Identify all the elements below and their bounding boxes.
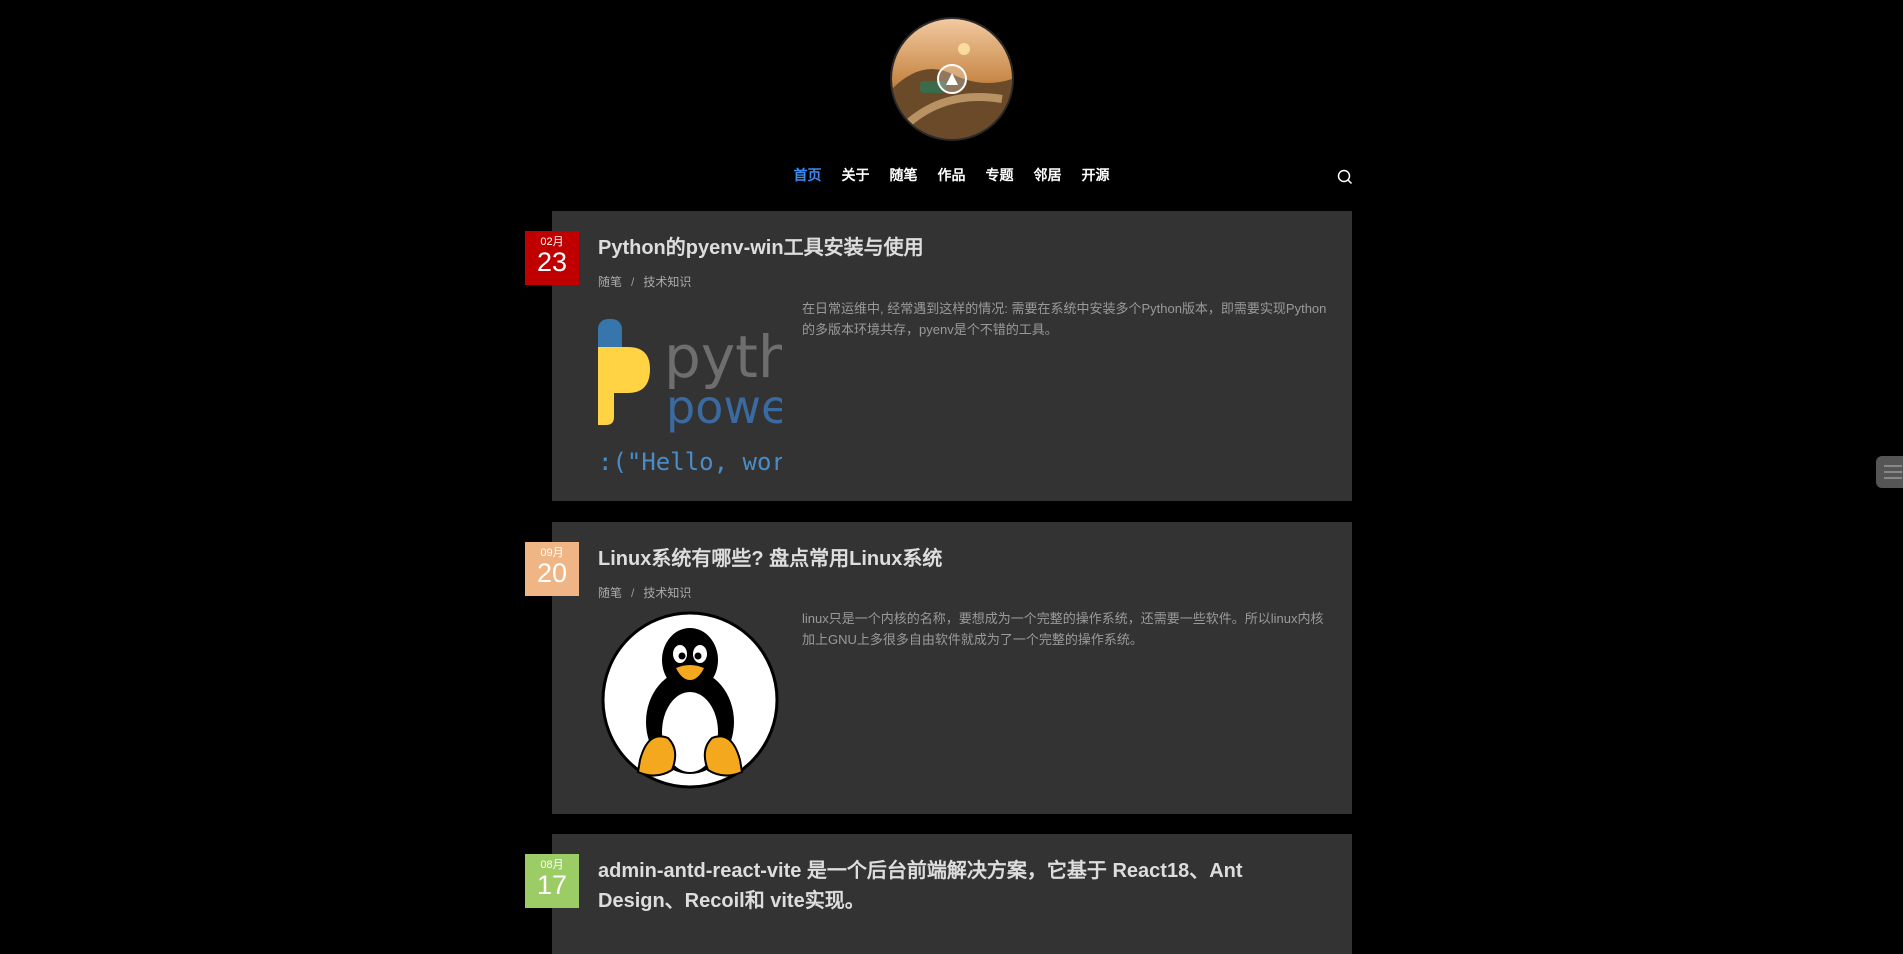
nav-item-home[interactable]: 首页 <box>794 165 822 185</box>
post-date-badge: 02月 23 <box>525 231 579 285</box>
nav-item-topics[interactable]: 专题 <box>986 165 1014 185</box>
post-meta: 随笔 / 技术知识 <box>598 273 691 290</box>
python-logo-image: pyth powe :("Hello, wor <box>598 319 782 476</box>
post-month: 02月 <box>540 236 564 248</box>
post-month: 09月 <box>540 547 564 559</box>
post-title[interactable]: Linux系统有哪些? 盘点常用Linux系统 <box>598 544 1312 574</box>
meta-separator: / <box>631 275 635 289</box>
post-day: 23 <box>536 247 568 277</box>
post-card: 09月 20 Linux系统有哪些? 盘点常用Linux系统 随笔 / 技术知识 l… <box>525 522 1352 814</box>
post-card: 02月 23 Python的pyenv-win工具安装与使用 随笔 / 技术知识 p… <box>525 211 1352 501</box>
post-day: 20 <box>536 558 568 588</box>
main-nav: 首页 关于 随笔 作品 专题 邻居 开源 <box>0 165 1903 187</box>
post-month: 08月 <box>540 859 564 871</box>
post-title[interactable]: admin-antd-react-vite 是一个后台前端解决方案，它基于 Re… <box>598 856 1312 916</box>
post-date-badge: 09月 20 <box>525 542 579 596</box>
nav-item-open-source[interactable]: 开源 <box>1082 165 1110 185</box>
post-thumbnail[interactable]: pyth powe :("Hello, wor <box>598 307 782 477</box>
avatar-image <box>892 19 1012 139</box>
post-excerpt: 在日常运维中, 经常遇到这样的情况: 需要在系统中安装多个Python版本，即需… <box>802 301 1327 337</box>
thumb-word-powered: powe <box>666 380 782 434</box>
post-day: 17 <box>536 870 568 900</box>
post-tag-link[interactable]: 技术知识 <box>643 586 691 600</box>
meta-separator: / <box>631 586 635 600</box>
post-date-badge: 08月 17 <box>525 854 579 908</box>
search-icon[interactable] <box>1336 168 1354 186</box>
nav-item-essays[interactable]: 随笔 <box>890 165 918 185</box>
nav-item-neighbors[interactable]: 邻居 <box>1034 165 1062 185</box>
nav-item-works[interactable]: 作品 <box>938 165 966 185</box>
tux-penguin-image <box>601 611 779 789</box>
post-category-link[interactable]: 随笔 <box>598 586 622 600</box>
post-title[interactable]: Python的pyenv-win工具安装与使用 <box>598 233 1312 263</box>
post-category-link[interactable]: 随笔 <box>598 275 622 289</box>
post-excerpt: linux只是一个内核的名称，要想成为一个完整的操作系统，还需要一些软件。所以l… <box>802 611 1324 647</box>
nav-items: 首页 关于 随笔 作品 专题 邻居 开源 <box>794 165 1110 185</box>
nav-item-about[interactable]: 关于 <box>842 165 870 185</box>
post-tag-link[interactable]: 技术知识 <box>643 275 691 289</box>
post-meta: 随笔 / 技术知识 <box>598 584 691 601</box>
thumb-code-snippet: :("Hello, wor <box>598 448 782 476</box>
side-panel-toggle-icon[interactable] <box>1876 456 1903 488</box>
post-thumbnail[interactable] <box>598 610 782 790</box>
post-card: 08月 17 admin-antd-react-vite 是一个后台前端解决方案… <box>525 834 1352 954</box>
site-avatar[interactable] <box>892 19 1012 139</box>
